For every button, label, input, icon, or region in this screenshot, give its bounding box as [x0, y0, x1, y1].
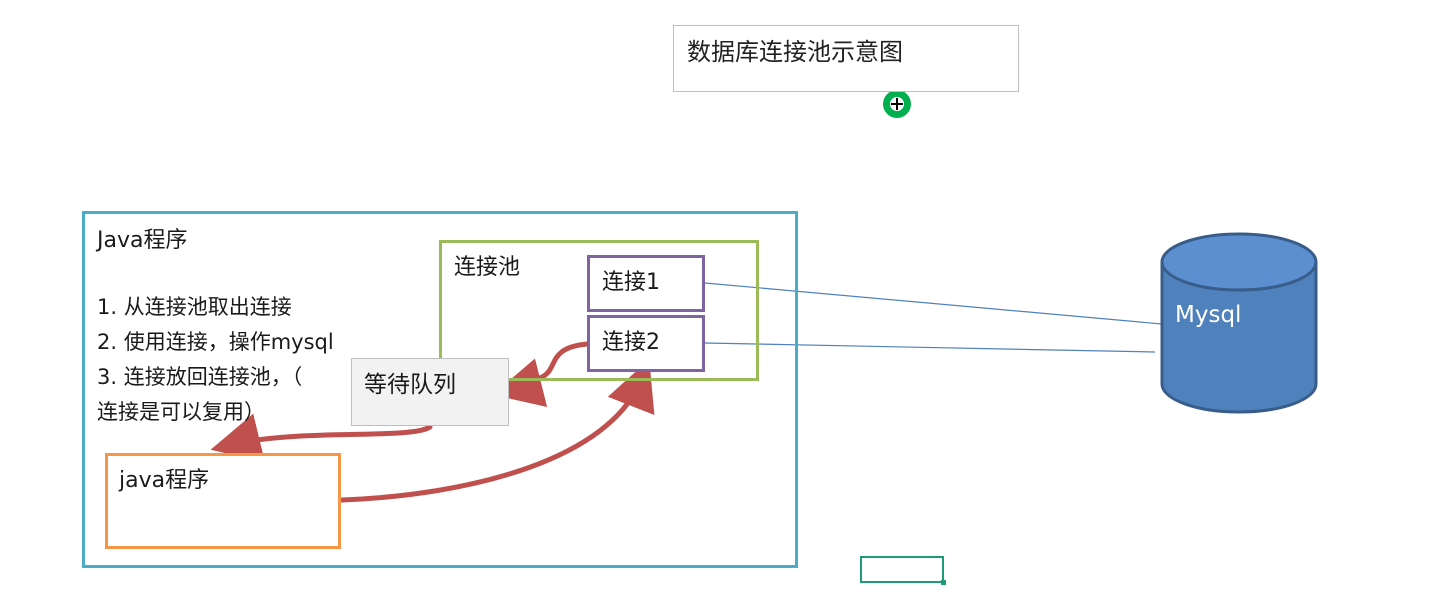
- wait-queue-label: 等待队列: [364, 372, 456, 398]
- diagram-canvas: 数据库连接池示意图 Java程序 1. 从连接池取出连接 2. 使用连接，操作m…: [0, 0, 1437, 610]
- diagram-title-box[interactable]: 数据库连接池示意图: [673, 25, 1019, 92]
- steps-list: 1. 从连接池取出连接 2. 使用连接，操作mysql 3. 连接放回连接池，（…: [97, 290, 334, 430]
- connection-2[interactable]: 连接2: [587, 315, 705, 372]
- fill-handle[interactable]: [941, 580, 946, 585]
- inner-java-program[interactable]: java程序: [105, 453, 341, 549]
- step-item: 连接是可以复用）: [97, 400, 265, 424]
- connection-1[interactable]: 连接1: [587, 255, 705, 312]
- java-program-title: Java程序: [97, 228, 188, 253]
- connection-pool-label: 连接池: [454, 255, 521, 280]
- wait-queue-box[interactable]: 等待队列: [351, 358, 509, 426]
- diagram-title: 数据库连接池示意图: [687, 38, 903, 66]
- move-cursor-icon: [881, 88, 913, 120]
- step-item: 3. 连接放回连接池，（: [97, 365, 303, 389]
- connection-1-label: 连接1: [602, 270, 660, 295]
- inner-java-program-label: java程序: [119, 468, 210, 493]
- connection-2-label: 连接2: [602, 330, 660, 355]
- step-item: 2. 使用连接，操作mysql: [97, 330, 334, 354]
- selected-cell[interactable]: [860, 556, 946, 585]
- step-item: 1. 从连接池取出连接: [97, 295, 292, 319]
- database-label: Mysql: [1175, 302, 1242, 328]
